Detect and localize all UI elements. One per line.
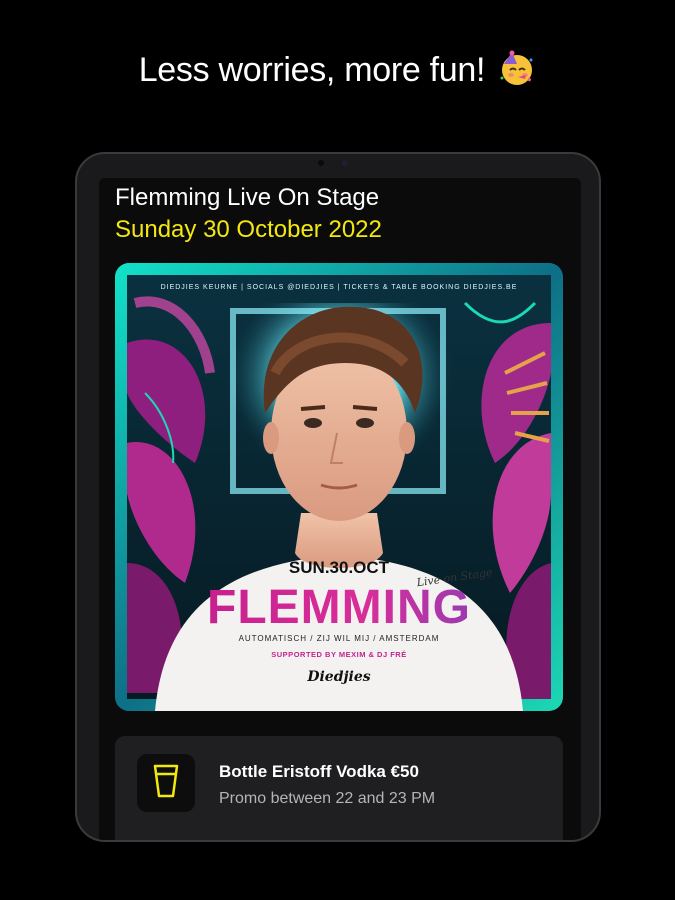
partying-face-icon [498,50,536,88]
camera-sensor [298,160,378,166]
app-screen: Flemming Live On Stage Sunday 30 October… [99,178,581,840]
promo-icon-container [137,754,195,812]
app-screenshot: Less worries, more fun! Flemming Live On… [0,0,675,900]
poster-support: SUPPORTED BY MEXIM & DJ FRÉ [271,650,406,659]
event-poster[interactable]: DIEDJIES KEURNE | SOCIALS @DIEDJIES | TI… [115,263,563,711]
event-title: Flemming Live On Stage [115,184,380,211]
tablet-frame: Flemming Live On Stage Sunday 30 October… [75,152,601,842]
beer-glass-icon [153,764,179,802]
poster-logo: Diedjies [306,669,370,685]
poster-headliner: FLEMMING [207,581,471,634]
poster-songs: AUTOMATISCH / ZIJ WIL MIJ / AMSTERDAM [239,634,440,643]
promo-subtitle: Promo between 22 and 23 PM [219,790,436,807]
poster-top-banner: DIEDJIES KEURNE | SOCIALS @DIEDJIES | TI… [161,284,518,291]
headline-text: Less worries, more fun! [138,51,486,89]
event-date: Sunday 30 October 2022 [115,216,382,243]
poster-date: SUN.30.OCT [289,558,390,577]
promo-card[interactable]: Bottle Eristoff Vodka €50 Promo between … [115,736,563,840]
marketing-headline: Less worries, more fun! [0,50,675,90]
poster-artwork: DIEDJIES KEURNE | SOCIALS @DIEDJIES | TI… [115,263,563,711]
promo-title: Bottle Eristoff Vodka €50 [219,762,419,781]
